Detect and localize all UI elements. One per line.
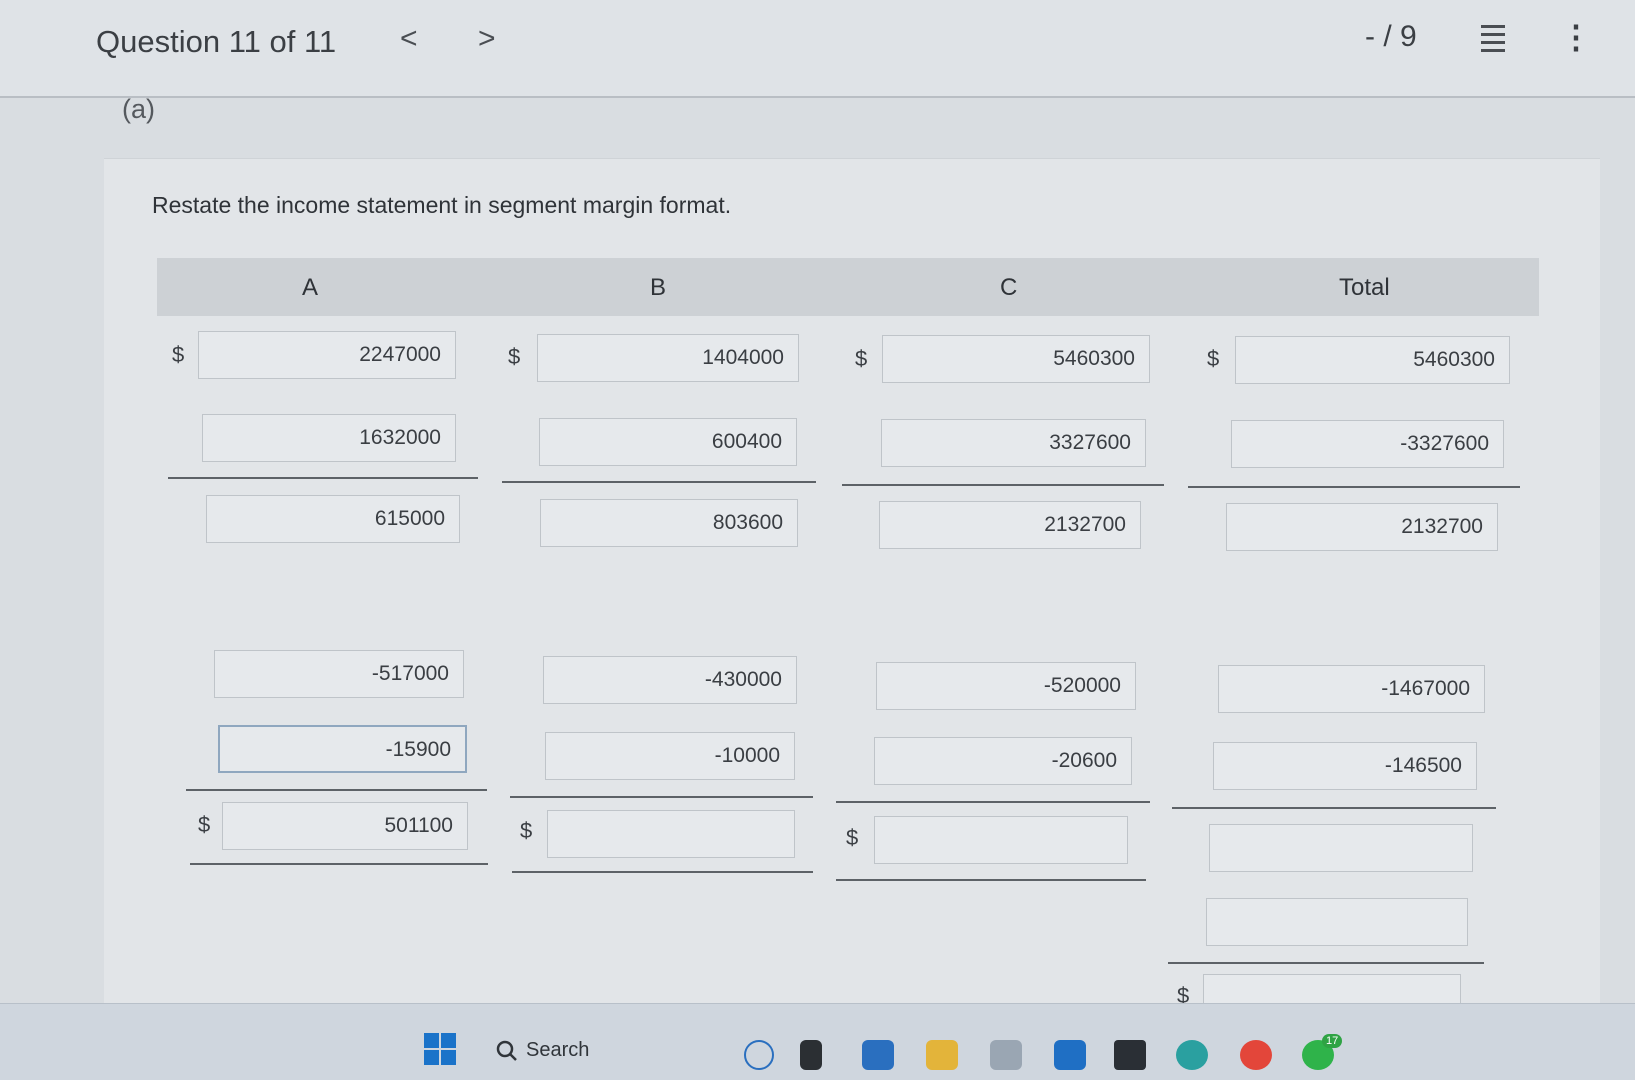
b-row1-input[interactable]: 1404000	[537, 334, 799, 382]
subtotal-rule	[842, 484, 1164, 486]
windows-start-icon[interactable]	[424, 1033, 456, 1065]
notification-badge: 17	[1322, 1034, 1343, 1048]
instruction-text: Restate the income statement in segment …	[152, 192, 732, 218]
c-row3-input[interactable]: 2132700	[879, 501, 1141, 549]
currency-symbol: $	[520, 818, 533, 843]
total-row1-input[interactable]: 5460300	[1235, 336, 1510, 384]
search-icon	[496, 1040, 517, 1061]
c-row4-input[interactable]: -520000	[876, 662, 1136, 710]
b-row2-input[interactable]: 600400	[539, 418, 797, 466]
subtotal-rule	[168, 477, 478, 479]
question-counter: Question 11 of 11	[96, 24, 337, 59]
dropbox-icon[interactable]	[1114, 1040, 1146, 1070]
total-double-rule	[190, 863, 488, 865]
c-row1-input[interactable]: 5460300	[882, 335, 1150, 383]
terminal-icon[interactable]	[800, 1040, 822, 1070]
more-options-icon[interactable]: ⋮	[1560, 18, 1592, 56]
column-header-c: C	[1000, 274, 1018, 301]
score-display: - / 9	[1365, 20, 1417, 53]
store-icon[interactable]	[1054, 1040, 1086, 1070]
c-row6-input[interactable]	[874, 816, 1128, 864]
a-row1-input[interactable]: 2247000	[198, 331, 456, 379]
a-row3-input[interactable]: 615000	[206, 495, 460, 543]
chat-icon[interactable]	[744, 1040, 774, 1070]
chrome-icon[interactable]	[1240, 1040, 1272, 1070]
a-row6-input[interactable]: 501100	[222, 802, 468, 850]
currency-symbol: $	[1207, 346, 1220, 371]
file-explorer-icon[interactable]	[926, 1040, 958, 1070]
part-label: (a)	[122, 94, 155, 124]
currency-symbol: $	[198, 812, 211, 837]
currency-symbol: $	[508, 344, 521, 369]
column-header-row: A B C Total	[157, 258, 1539, 316]
b-row4-input[interactable]: -430000	[543, 656, 797, 704]
currency-symbol: $	[846, 825, 859, 850]
edge-icon[interactable]	[1176, 1040, 1208, 1070]
taskbar-search[interactable]: Search	[488, 1032, 718, 1070]
subtotal-rule	[1168, 962, 1484, 964]
column-header-total: Total	[1339, 274, 1390, 301]
total-row6-input[interactable]	[1209, 824, 1473, 872]
b-row5-input[interactable]: -10000	[545, 732, 795, 780]
c-row2-input[interactable]: 3327600	[881, 419, 1146, 467]
currency-symbol: $	[172, 342, 185, 367]
total-double-rule	[512, 871, 813, 873]
total-row4-input[interactable]: -1467000	[1218, 665, 1485, 713]
total-double-rule	[836, 879, 1146, 881]
column-header-a: A	[302, 274, 319, 301]
subtotal-rule	[836, 801, 1150, 803]
subtotal-rule	[1188, 486, 1520, 488]
subtotal-rule	[510, 796, 813, 798]
b-row6-input[interactable]	[547, 810, 795, 858]
total-row5-input[interactable]: -146500	[1213, 742, 1477, 790]
previous-question-icon[interactable]: <	[400, 22, 418, 56]
a-row2-input[interactable]: 1632000	[202, 414, 456, 462]
next-question-icon[interactable]: >	[478, 22, 496, 56]
calendar-icon[interactable]	[990, 1040, 1022, 1070]
taskbar-search-label: Search	[526, 1039, 590, 1061]
b-row3-input[interactable]: 803600	[540, 499, 798, 547]
total-row7-input[interactable]	[1206, 898, 1468, 946]
question-list-icon[interactable]	[1472, 20, 1506, 52]
total-row3-input[interactable]: 2132700	[1226, 503, 1498, 551]
a-row5-input[interactable]: -15900	[218, 725, 467, 773]
subtotal-rule	[186, 789, 487, 791]
c-row5-input[interactable]: -20600	[874, 737, 1132, 785]
subtotal-rule	[1172, 807, 1496, 809]
subtotal-rule	[502, 481, 816, 483]
a-row4-input[interactable]: -517000	[214, 650, 464, 698]
teams-icon[interactable]	[862, 1040, 894, 1070]
currency-symbol: $	[855, 346, 868, 371]
total-row2-input[interactable]: -3327600	[1231, 420, 1504, 468]
column-header-b: B	[650, 274, 667, 301]
